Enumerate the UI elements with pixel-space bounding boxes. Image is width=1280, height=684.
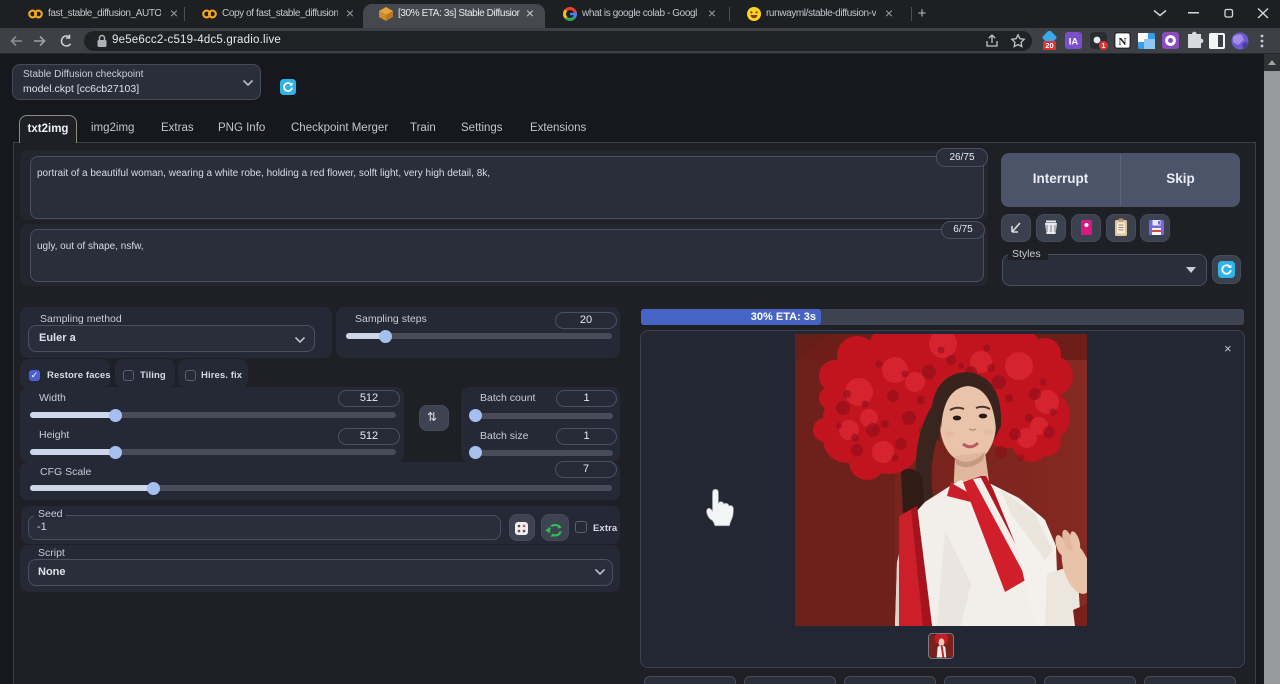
svg-text:20: 20 xyxy=(1045,41,1053,50)
svg-text:1: 1 xyxy=(1102,43,1106,50)
svg-text:IA: IA xyxy=(1069,37,1079,48)
svg-text:N: N xyxy=(1119,36,1127,48)
